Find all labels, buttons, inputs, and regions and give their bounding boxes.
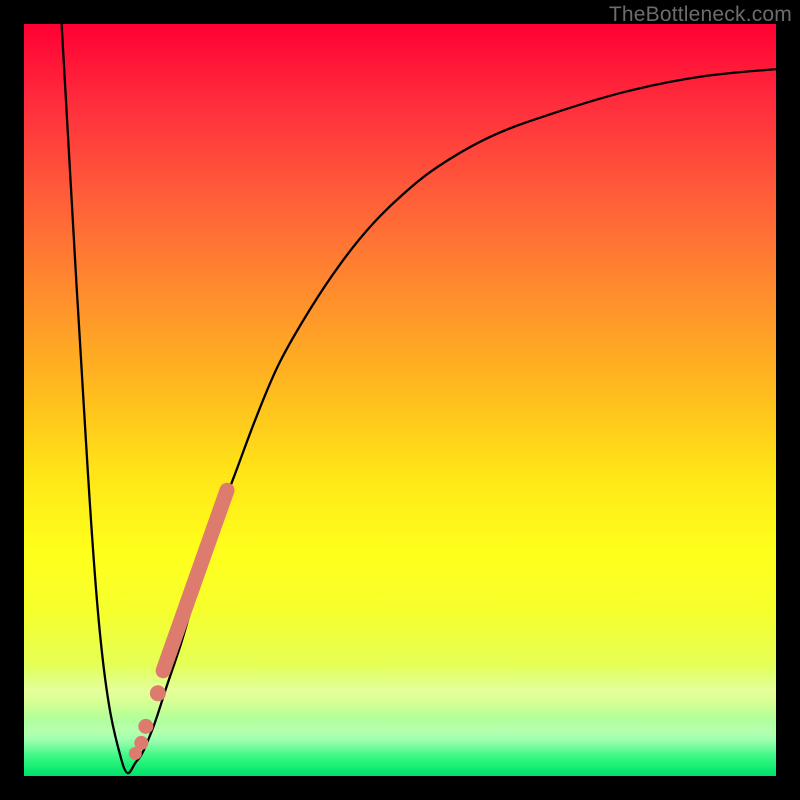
highlight-dots [129,685,166,760]
highlight-dot [129,747,142,760]
highlight-segment [163,490,227,670]
curve-layer [24,24,776,776]
chart-frame: TheBottleneck.com [0,0,800,800]
plot-area [24,24,776,776]
highlight-dot [150,685,166,701]
highlight-dot [138,719,153,734]
